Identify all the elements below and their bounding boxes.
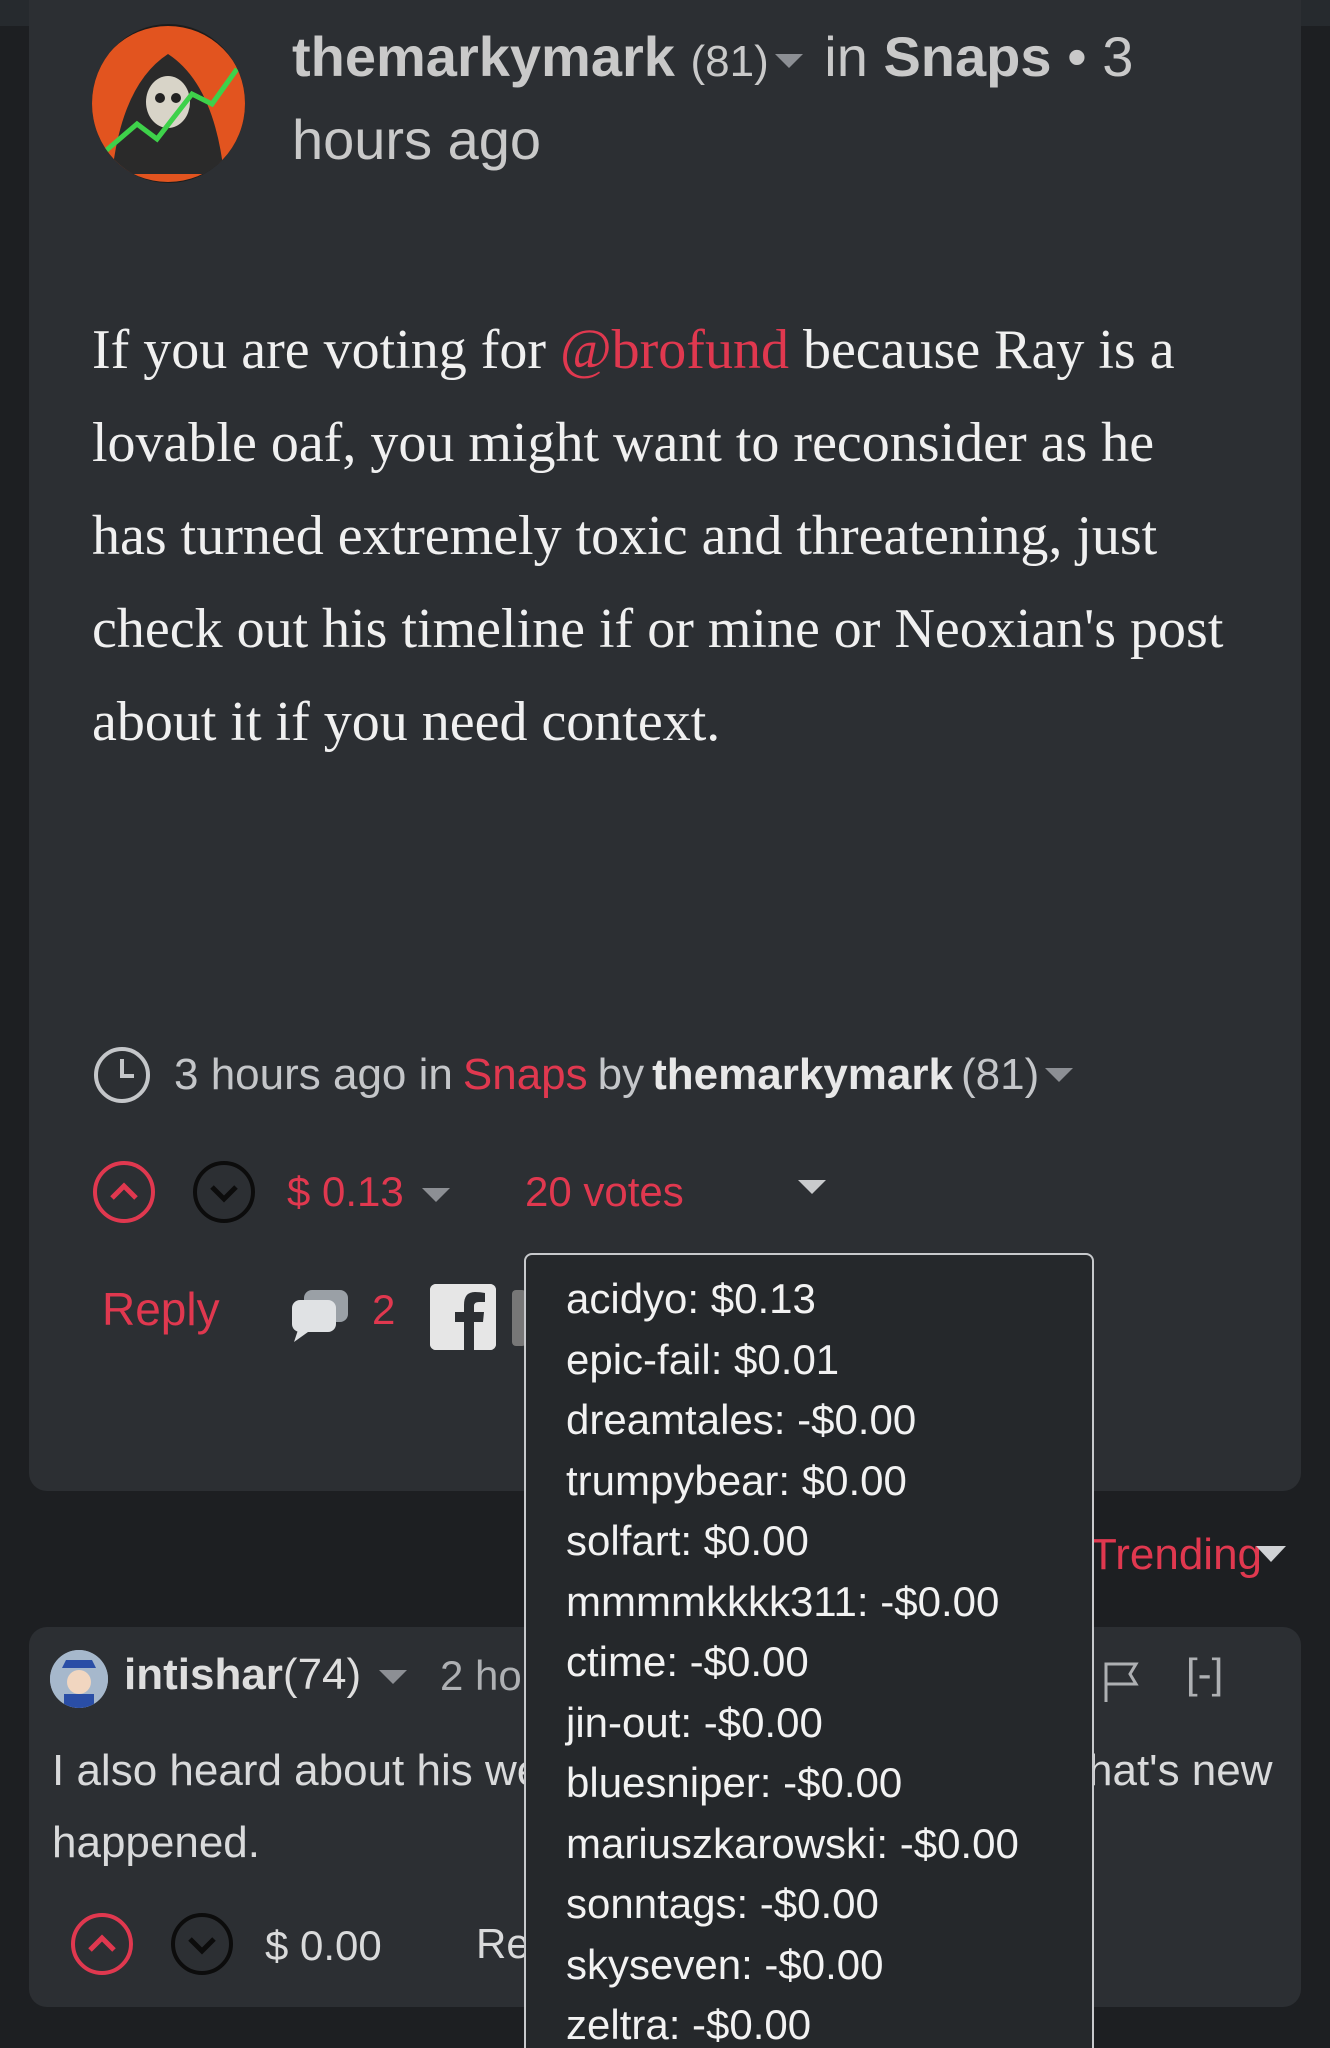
voter-item: dreamtales: -$0.00 bbox=[566, 1396, 917, 1443]
time-suffix: hours ago bbox=[292, 108, 542, 171]
comments-icon[interactable] bbox=[290, 1288, 350, 1342]
comment-reply-button[interactable]: Re bbox=[476, 1920, 530, 1968]
meta-reputation: (81) bbox=[960, 1050, 1040, 1099]
body-text-after: because Ray is a lovable oaf, you might … bbox=[92, 319, 1224, 753]
body-text-before: If you are voting for bbox=[92, 319, 547, 381]
comment-line1-left: I also heard about his we bbox=[52, 1746, 542, 1795]
payout-chevron-icon[interactable] bbox=[422, 1188, 450, 1202]
comment-time: 2 ho bbox=[440, 1652, 522, 1699]
voter-item: jin-out: -$0.00 bbox=[566, 1698, 823, 1746]
clock-icon bbox=[94, 1047, 150, 1103]
commenter-chevron-icon[interactable] bbox=[379, 1670, 408, 1685]
voter-item: solfart: $0.00 bbox=[566, 1517, 809, 1564]
voter-item: trumpybear: $0.00 bbox=[566, 1456, 907, 1504]
author-menu-chevron-icon[interactable] bbox=[774, 54, 803, 69]
voter-item: ctime: -$0.00 bbox=[566, 1638, 809, 1685]
voter-item: zeltra: -$0.00 bbox=[566, 2001, 812, 2048]
comment-payout[interactable]: $ 0.00 bbox=[265, 1922, 382, 1970]
author-avatar[interactable] bbox=[92, 24, 245, 183]
payout-value[interactable]: $ 0.13 bbox=[287, 1168, 404, 1216]
category-link[interactable]: Snaps bbox=[883, 25, 1051, 88]
commenter-line: intishar(74) bbox=[124, 1650, 413, 1700]
meta-time: 3 hours ago in bbox=[174, 1050, 453, 1099]
meta-author-chevron-icon[interactable] bbox=[1045, 1068, 1074, 1082]
voter-item: mariuszkarowski: -$0.00 bbox=[566, 1819, 1019, 1867]
meta-by: by bbox=[597, 1050, 645, 1099]
comment-line2: happened. bbox=[52, 1818, 260, 1867]
voter-item: mmmmkkkk311: -$0.00 bbox=[566, 1577, 1000, 1625]
sort-chevron-icon[interactable] bbox=[1254, 1544, 1288, 1564]
meta-category-link[interactable]: Snaps bbox=[463, 1050, 588, 1100]
author-name[interactable]: themarkymark bbox=[292, 25, 675, 88]
votes-chevron-icon[interactable] bbox=[798, 1180, 826, 1194]
commenter-avatar[interactable] bbox=[50, 1650, 108, 1708]
mention-link[interactable]: @brofund bbox=[560, 319, 789, 381]
comment-line1-right: hat's new bbox=[1088, 1746, 1273, 1795]
flag-icon[interactable] bbox=[1102, 1660, 1142, 1704]
voters-tooltip: acidyo: $0.13 epic-fail: $0.01 dreamtale… bbox=[524, 1253, 1094, 2048]
comment-downvote-button[interactable] bbox=[170, 1912, 234, 1976]
votes-count[interactable]: 20 votes bbox=[525, 1168, 684, 1216]
voter-item: epic-fail: $0.01 bbox=[566, 1335, 840, 1383]
post-header: themarkymark (81) in Snaps • 3 hours ago bbox=[292, 18, 1192, 179]
reply-button[interactable]: Reply bbox=[102, 1282, 220, 1336]
voter-item: bluesniper: -$0.00 bbox=[566, 1759, 903, 1806]
sort-dropdown[interactable]: Trending bbox=[1090, 1530, 1262, 1580]
voter-item: acidyo: $0.13 bbox=[566, 1275, 816, 1322]
post-meta: 3 hours ago in Snaps by themarkymark (81… bbox=[92, 1040, 1192, 1110]
vote-row: $ 0.13 20 votes bbox=[92, 1160, 892, 1230]
in-label: in bbox=[824, 25, 868, 88]
collapse-button[interactable]: [-] bbox=[1186, 1650, 1223, 1698]
post-body: If you are voting for @brofund because R… bbox=[92, 304, 1232, 769]
upvote-button[interactable] bbox=[92, 1160, 156, 1224]
comment-count[interactable]: 2 bbox=[372, 1286, 395, 1334]
voter-item: sonntags: -$0.00 bbox=[566, 1880, 879, 1927]
comment-upvote-button[interactable] bbox=[70, 1912, 134, 1976]
voters-list: acidyo: $0.13 epic-fail: $0.01 dreamtale… bbox=[566, 1269, 1092, 2048]
commenter-name[interactable]: intishar bbox=[124, 1650, 283, 1699]
facebook-share-icon[interactable] bbox=[430, 1284, 496, 1350]
voter-item: skyseven: -$0.00 bbox=[566, 1940, 884, 1988]
time-prefix: • 3 bbox=[1067, 25, 1134, 88]
downvote-button[interactable] bbox=[192, 1160, 256, 1224]
commenter-reputation: (74) bbox=[282, 1650, 362, 1699]
author-reputation: (81) bbox=[690, 37, 769, 86]
meta-author-link[interactable]: themarkymark bbox=[652, 1050, 953, 1100]
